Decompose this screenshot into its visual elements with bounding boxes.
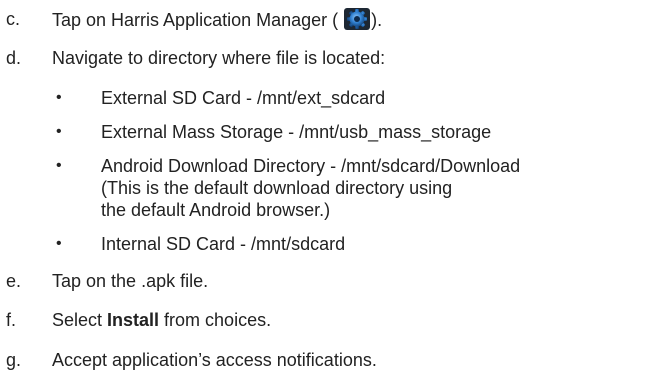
- step-d-text: Navigate to directory where file is loca…: [52, 48, 386, 68]
- step-f-text-before: Select: [52, 310, 108, 330]
- bullet-icon: •: [56, 157, 62, 174]
- step-marker: d.: [6, 48, 22, 68]
- gear-app-icon: [344, 8, 371, 30]
- instruction-document: c. Tap on Harris Application Manager ()…: [0, 0, 662, 387]
- step-c-text-before: Tap on Harris Application Manager (: [52, 10, 339, 30]
- list-item-text: External SD Card - /mnt/ext_sdcard: [101, 88, 386, 108]
- step-e-text: Tap on the .apk file.: [52, 271, 209, 291]
- bullet-icon: •: [56, 123, 62, 140]
- step-c-text: Tap on Harris Application Manager ().: [52, 8, 382, 31]
- step-marker: f.: [6, 310, 17, 330]
- step-f-text: Select Install from choices.: [52, 309, 271, 331]
- bullet-icon: •: [56, 235, 62, 252]
- step-f-text-after: from choices.: [159, 310, 272, 330]
- step-marker: g.: [6, 350, 22, 370]
- step-c-text-after: ).: [371, 10, 383, 30]
- list-item-text: the default Android browser.): [101, 200, 331, 220]
- step-marker: c.: [6, 9, 21, 29]
- list-item-text: External Mass Storage - /mnt/usb_mass_st…: [101, 122, 492, 142]
- step-marker: e.: [6, 271, 22, 291]
- list-item-text: (This is the default download directory …: [101, 178, 453, 198]
- list-item-text: Internal SD Card - /mnt/sdcard: [101, 234, 346, 254]
- list-item-text: Android Download Directory - /mnt/sdcard…: [101, 156, 521, 176]
- install-keyword: Install: [107, 310, 160, 330]
- bullet-icon: •: [56, 89, 62, 106]
- step-g-text: Accept application’s access notification…: [52, 350, 377, 370]
